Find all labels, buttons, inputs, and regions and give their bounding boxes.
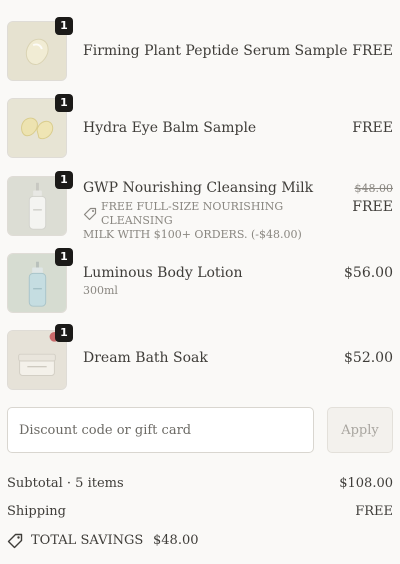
item-price: $56.00 bbox=[344, 265, 393, 281]
item-name: Firming Plant Peptide Serum Sample bbox=[83, 43, 348, 59]
quantity-badge: 1 bbox=[55, 171, 73, 189]
item-price: FREE bbox=[352, 43, 393, 59]
discount-line: FREE FULL-SIZE NOURISHING CLEANSING bbox=[101, 200, 284, 227]
item-name: Dream Bath Soak bbox=[83, 350, 208, 366]
discount-line: MILK WITH $100+ ORDERS. (-$48.00) bbox=[83, 228, 302, 241]
item-variant: 300ml bbox=[83, 284, 118, 297]
quantity-badge: 1 bbox=[55, 324, 73, 342]
discount-tag-icon bbox=[83, 206, 97, 225]
quantity-badge: 1 bbox=[55, 17, 73, 35]
total-savings-label: TOTAL SAVINGS bbox=[31, 533, 144, 548]
item-price: $52.00 bbox=[344, 350, 393, 366]
discount-description: FREE FULL-SIZE NOURISHING CLEANSING MILK… bbox=[83, 200, 351, 242]
shipping-value: FREE bbox=[355, 504, 393, 519]
shipping-label: Shipping bbox=[7, 504, 66, 519]
item-price: FREE bbox=[352, 120, 393, 136]
quantity-badge: 1 bbox=[55, 94, 73, 112]
subtotal-label: Subtotal · 5 items bbox=[7, 476, 124, 491]
item-original-price: $48.00 bbox=[354, 182, 394, 195]
item-name: GWP Nourishing Cleansing Milk bbox=[83, 180, 314, 196]
quantity-badge: 1 bbox=[55, 248, 73, 266]
item-price: FREE bbox=[352, 199, 393, 215]
discount-code-input[interactable] bbox=[7, 407, 314, 453]
total-savings-value: $48.00 bbox=[153, 533, 199, 548]
savings-tag-icon bbox=[7, 533, 23, 553]
apply-button[interactable]: Apply bbox=[327, 407, 393, 453]
item-name: Luminous Body Lotion bbox=[83, 265, 243, 281]
subtotal-value: $108.00 bbox=[339, 476, 393, 491]
item-name: Hydra Eye Balm Sample bbox=[83, 120, 257, 136]
